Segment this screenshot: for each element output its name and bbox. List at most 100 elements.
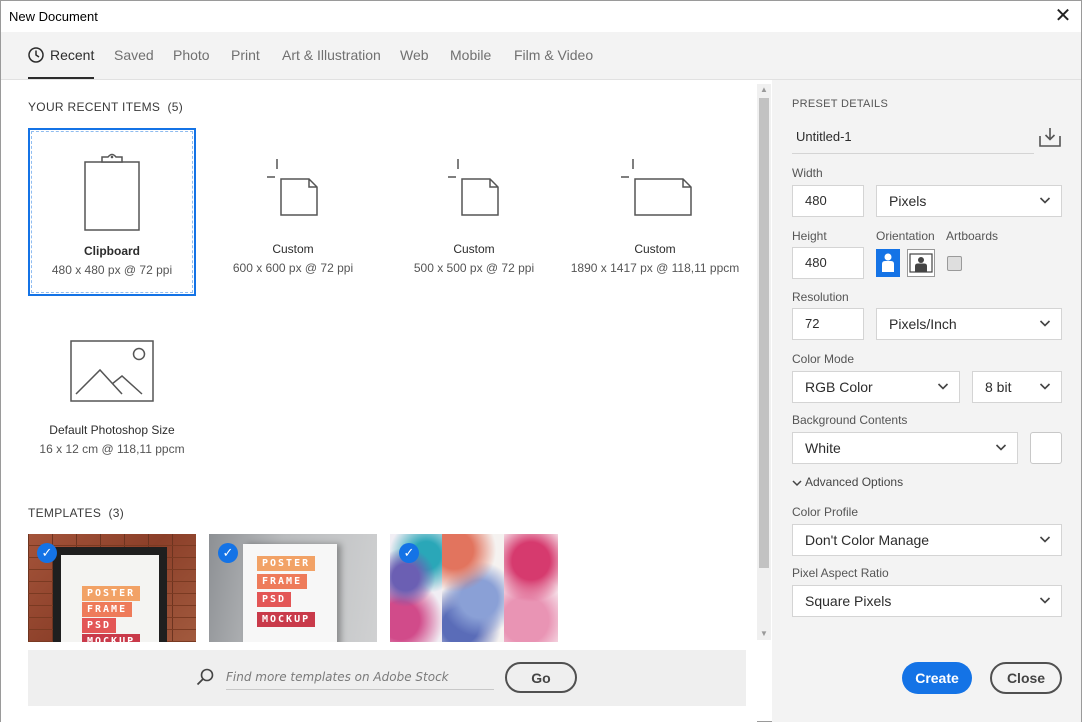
document-name-field[interactable]: Untitled-1 bbox=[792, 124, 1034, 154]
chevron-down-icon bbox=[1039, 536, 1051, 543]
width-unit-select[interactable]: Pixels bbox=[876, 185, 1062, 217]
poster-word: PSD bbox=[257, 592, 292, 607]
portrait-person-icon bbox=[882, 253, 894, 272]
chevron-down-icon bbox=[1039, 197, 1051, 204]
create-button[interactable]: Create bbox=[902, 662, 972, 694]
custom-document-icon bbox=[267, 159, 318, 216]
tab-web[interactable]: Web bbox=[400, 32, 429, 79]
templates-heading-text: TEMPLATES bbox=[28, 506, 102, 520]
bit-depth-value: 8 bit bbox=[985, 379, 1012, 395]
width-unit-value: Pixels bbox=[889, 193, 927, 209]
poster-word: MOCKUP bbox=[82, 634, 141, 642]
background-contents-value: White bbox=[805, 440, 841, 456]
chevron-down-icon bbox=[995, 444, 1007, 451]
pixel-aspect-ratio-value: Square Pixels bbox=[805, 593, 892, 609]
height-label: Height bbox=[792, 229, 827, 243]
poster-word: POSTER bbox=[257, 556, 316, 571]
recent-item-name: Custom bbox=[634, 242, 676, 256]
poster-word: PSD bbox=[82, 618, 117, 633]
poster-word: POSTER bbox=[82, 586, 141, 601]
recent-item-name: Custom bbox=[453, 242, 495, 256]
image-placeholder-icon bbox=[70, 340, 154, 402]
landscape-person-icon bbox=[909, 253, 933, 273]
recent-item-dims: 500 x 500 px @ 72 ppi bbox=[413, 261, 535, 275]
recent-item-clipboard[interactable]: Clipboard 480 x 480 px @ 72 ppi bbox=[28, 128, 196, 296]
poster-word: FRAME bbox=[257, 574, 308, 589]
presets-scrollbar[interactable]: ▲ ▼ bbox=[757, 84, 771, 640]
tab-recent-label: Recent bbox=[50, 47, 95, 63]
tab-recent[interactable]: Recent bbox=[28, 32, 95, 79]
stock-search-bar: Go bbox=[28, 650, 746, 706]
advanced-options-label: Advanced Options bbox=[805, 475, 904, 489]
scrollbar-thumb[interactable] bbox=[759, 98, 769, 568]
custom-document-landscape-icon bbox=[621, 159, 692, 216]
new-document-dialog: New Document ✕ Recent Saved Photo Print … bbox=[0, 0, 1082, 722]
scroll-down-icon[interactable]: ▼ bbox=[757, 628, 771, 640]
background-contents-select[interactable]: White bbox=[792, 432, 1018, 464]
height-input[interactable]: 480 bbox=[792, 247, 864, 279]
scroll-up-icon[interactable]: ▲ bbox=[757, 84, 771, 96]
check-icon: ✓ bbox=[399, 543, 419, 563]
tab-saved[interactable]: Saved bbox=[114, 32, 154, 79]
color-mode-select[interactable]: RGB Color bbox=[792, 371, 960, 403]
recent-item-name: Clipboard bbox=[84, 244, 140, 258]
templates-count: (3) bbox=[108, 506, 125, 520]
go-button[interactable]: Go bbox=[505, 662, 577, 693]
chevron-down-icon bbox=[1039, 320, 1051, 327]
color-profile-select[interactable]: Don't Color Manage bbox=[792, 524, 1062, 556]
window-title: New Document bbox=[9, 9, 98, 24]
recent-item-custom-600[interactable]: Custom 600 x 600 px @ 72 ppi bbox=[209, 128, 377, 296]
tab-print[interactable]: Print bbox=[231, 32, 260, 79]
stock-search-input[interactable] bbox=[226, 664, 494, 690]
clipboard-icon bbox=[84, 153, 140, 231]
resolution-unit-value: Pixels/Inch bbox=[889, 316, 957, 332]
recent-item-name: Custom bbox=[272, 242, 314, 256]
tab-mobile[interactable]: Mobile bbox=[450, 32, 491, 79]
preset-details-panel: PRESET DETAILS Untitled-1 Width 480 Pixe… bbox=[772, 80, 1081, 722]
poster-word: FRAME bbox=[82, 602, 133, 617]
resolution-unit-select[interactable]: Pixels/Inch bbox=[876, 308, 1062, 340]
advanced-options-toggle[interactable]: Advanced Options bbox=[792, 475, 903, 489]
recent-item-dims: 1890 x 1417 px @ 118,11 ppcm bbox=[570, 261, 740, 275]
orientation-label: Orientation bbox=[876, 229, 935, 243]
close-button[interactable]: Close bbox=[990, 662, 1062, 694]
width-label: Width bbox=[792, 166, 823, 180]
template-poster-frame-brick[interactable]: POSTER FRAME PSD MOCKUP ✓ bbox=[28, 534, 196, 642]
artboards-label: Artboards bbox=[946, 229, 999, 243]
recent-item-dims: 600 x 600 px @ 72 ppi bbox=[232, 261, 354, 275]
recent-items-count: (5) bbox=[167, 100, 184, 114]
preset-details-heading: PRESET DETAILS bbox=[792, 98, 889, 110]
artboards-checkbox[interactable] bbox=[947, 256, 962, 271]
bit-depth-select[interactable]: 8 bit bbox=[972, 371, 1062, 403]
recent-item-custom-1890[interactable]: Custom 1890 x 1417 px @ 118,11 ppcm bbox=[571, 128, 739, 296]
tab-film-video[interactable]: Film & Video bbox=[514, 32, 593, 79]
pixel-aspect-ratio-select[interactable]: Square Pixels bbox=[792, 585, 1062, 617]
recent-item-custom-500[interactable]: Custom 500 x 500 px @ 72 ppi bbox=[390, 128, 558, 296]
clock-icon bbox=[28, 47, 44, 63]
category-tabs: Recent Saved Photo Print Art & Illustrat… bbox=[1, 32, 1081, 80]
background-contents-label: Background Contents bbox=[792, 413, 908, 427]
presets-area: YOUR RECENT ITEMS (5) Clipboard 480 x 48… bbox=[1, 80, 757, 722]
color-profile-value: Don't Color Manage bbox=[805, 532, 930, 548]
save-preset-icon[interactable] bbox=[1039, 126, 1061, 148]
recent-item-dims: 16 x 12 cm @ 118,11 ppcm bbox=[39, 442, 185, 456]
tab-photo[interactable]: Photo bbox=[173, 32, 210, 79]
custom-document-icon bbox=[448, 159, 499, 216]
recent-items-heading: YOUR RECENT ITEMS (5) bbox=[28, 100, 183, 114]
landscape-orientation-button[interactable] bbox=[907, 249, 935, 277]
recent-item-default-photoshop[interactable]: Default Photoshop Size 16 x 12 cm @ 118,… bbox=[28, 309, 196, 477]
resolution-label: Resolution bbox=[792, 290, 849, 304]
resolution-input[interactable]: 72 bbox=[792, 308, 864, 340]
width-input[interactable]: 480 bbox=[792, 185, 864, 217]
template-poster-frame-leaning[interactable]: POSTER FRAME PSD MOCKUP ✓ bbox=[209, 534, 377, 642]
search-icon bbox=[196, 668, 214, 686]
portrait-orientation-button[interactable] bbox=[876, 249, 900, 277]
template-watercolor[interactable]: ✓ bbox=[390, 534, 558, 642]
check-icon: ✓ bbox=[218, 543, 238, 563]
color-mode-label: Color Mode bbox=[792, 352, 855, 366]
tab-art-illustration[interactable]: Art & Illustration bbox=[282, 32, 381, 79]
close-window-icon[interactable]: ✕ bbox=[1053, 5, 1073, 27]
check-icon: ✓ bbox=[37, 543, 57, 563]
background-color-swatch[interactable] bbox=[1030, 432, 1062, 464]
chevron-down-icon bbox=[792, 480, 802, 486]
